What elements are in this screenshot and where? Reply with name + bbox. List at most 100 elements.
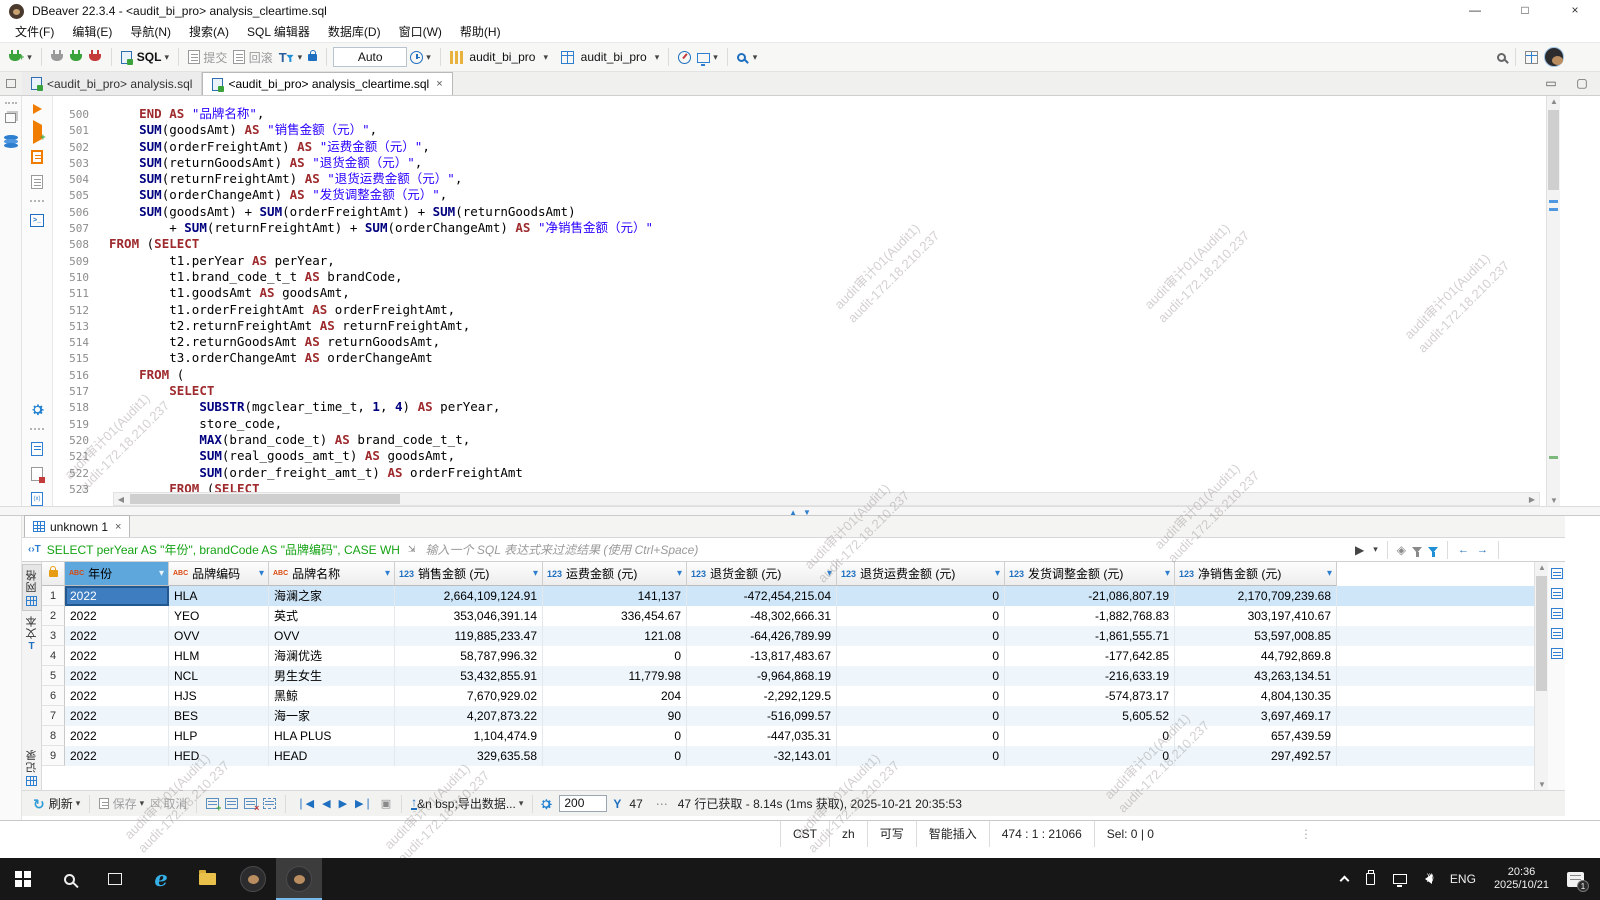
sql-editor[interactable]: 500 END AS "品牌名称", 501 SUM(goodsAmt) AS "… [53, 96, 1546, 506]
table-cell[interactable]: 58,787,996.32 [395, 646, 543, 666]
commit-button[interactable]: 提交 [188, 49, 227, 66]
row-number[interactable]: 8 [42, 726, 65, 746]
table-cell[interactable]: -32,143.01 [687, 746, 837, 766]
table-cell[interactable]: -177,642.85 [1005, 646, 1175, 666]
table-cell[interactable]: NCL [169, 666, 269, 686]
table-cell[interactable]: 0 [543, 646, 687, 666]
task-view-button[interactable] [92, 858, 138, 900]
row-number[interactable]: 7 [42, 706, 65, 726]
export-result-icon[interactable] [31, 442, 43, 456]
table-cell[interactable]: OVV [169, 626, 269, 646]
presentation-tab-2[interactable]: 文本 T [22, 611, 42, 656]
status-segment[interactable]: Sel: 0 | 0 [1093, 821, 1166, 847]
table-cell[interactable]: -9,964,868.19 [687, 666, 837, 686]
tray-expand-button[interactable] [1339, 874, 1350, 886]
table-cell[interactable]: 53,597,008.85 [1175, 626, 1337, 646]
maximize-editor-icon[interactable]: ▢ [1564, 73, 1600, 95]
table-cell[interactable]: YEO [169, 606, 269, 626]
table-row[interactable]: 7 2022 BES 海一家 4,207,873.22 90 -516,099.57 0 5,6… [42, 706, 1534, 726]
dashboard-button[interactable] [678, 50, 692, 64]
metadata-panel-icon[interactable] [1550, 608, 1563, 619]
column-filter-arrow-icon[interactable]: ▾ [259, 568, 264, 579]
schema-select[interactable]: audit_bi_pro ▾ [561, 50, 659, 64]
maximize-button[interactable]: □ [1500, 0, 1550, 22]
table-cell[interactable]: 黑鲸 [269, 686, 395, 706]
transaction-log-button[interactable]: T ▾ [279, 50, 302, 65]
tab-close-icon[interactable]: × [436, 78, 442, 90]
minimize-editor-icon[interactable]: ▭ [1538, 73, 1564, 95]
table-cell[interactable]: 336,454.67 [543, 606, 687, 626]
table-cell[interactable]: 303,197,410.67 [1175, 606, 1337, 626]
transaction-settings-button[interactable]: ▾ [410, 50, 431, 64]
table-cell[interactable]: 0 [1005, 746, 1175, 766]
column-header-4[interactable]: 123 销售金额 (元) ▾ [395, 562, 543, 586]
reconnect-button[interactable] [69, 50, 83, 64]
table-cell[interactable]: 657,439.59 [1175, 726, 1337, 746]
commit-mode-select[interactable]: Auto [333, 47, 408, 67]
go-to-row-icon[interactable]: ▣ [381, 797, 391, 810]
menu-item[interactable]: 编辑(E) [63, 22, 121, 42]
first-row-icon[interactable]: ❘◀ [296, 797, 314, 810]
table-cell[interactable]: HEAD [269, 746, 395, 766]
table-row[interactable]: 2 2022 YEO 英式 353,046,391.14 336,454.67 -48,30… [42, 606, 1534, 626]
table-cell[interactable]: 121.08 [543, 626, 687, 646]
status-segment[interactable]: 智能插入 [915, 821, 989, 847]
code-line[interactable]: 509 t1.perYear AS perYear, [53, 253, 1546, 269]
code-line[interactable]: 500 END AS "品牌名称", [53, 106, 1546, 122]
column-filter-arrow-icon[interactable]: ▾ [677, 568, 682, 579]
scroll-up-icon[interactable]: ▲ [1535, 563, 1549, 572]
table-cell[interactable]: -574,873.17 [1005, 686, 1175, 706]
code-line[interactable]: 506 SUM(goodsAmt) + SUM(orderFreightAmt)… [53, 204, 1546, 220]
table-cell[interactable]: 11,779.98 [543, 666, 687, 686]
table-cell[interactable]: OVV [269, 626, 395, 646]
table-cell[interactable]: 2022 [65, 726, 169, 746]
column-header-5[interactable]: 123 运费金额 (元) ▾ [543, 562, 687, 586]
network-button[interactable]: ▾ [697, 52, 718, 66]
database-select[interactable]: audit_bi_pro ▾ [449, 50, 548, 64]
code-line[interactable]: 513 t2.returnFreightAmt AS returnFreight… [53, 318, 1546, 334]
grid-settings-gear-icon[interactable] [539, 797, 553, 811]
code-line[interactable]: 508 FROM (SELECT [53, 236, 1546, 252]
table-row[interactable]: 1 2022 HLA 海澜之家 2,664,109,124.91 141,137 -472,… [42, 586, 1534, 606]
code-line[interactable]: 515 t3.orderChangeAmt AS orderChangeAmt [53, 350, 1546, 366]
table-cell[interactable]: 2,170,709,239.68 [1175, 586, 1337, 606]
column-header-2[interactable]: ABC 品牌编码 ▾ [169, 562, 269, 586]
filter-query-text[interactable]: SELECT perYear AS "年份", brandCode AS "品牌… [47, 541, 400, 558]
minimize-button[interactable]: — [1450, 0, 1500, 22]
table-row[interactable]: 3 2022 OVV OVV 119,885,233.47 121.08 -64,426,7… [42, 626, 1534, 646]
presentation-tab-3[interactable]: 记录 [22, 745, 42, 790]
code-line[interactable]: 520 MAX(brand_code_t) AS brand_code_t_t, [53, 432, 1546, 448]
table-cell[interactable]: 119,885,233.47 [395, 626, 543, 646]
scroll-down-icon[interactable]: ▼ [1547, 496, 1561, 505]
code-line[interactable]: 512 t1.orderFreightAmt AS orderFreightAm… [53, 302, 1546, 318]
editor-results-sash[interactable]: ▲ ▼ [0, 506, 1600, 517]
table-cell[interactable]: 44,792,869.8 [1175, 646, 1337, 666]
overflow-menu-icon[interactable]: ⋯ [656, 797, 668, 811]
execute-script-icon[interactable] [31, 150, 43, 164]
column-header-9[interactable]: 123 净销售金额 (元) ▾ [1175, 562, 1337, 586]
menu-item[interactable]: 数据库(D) [319, 22, 390, 42]
app-button-1[interactable] [230, 858, 276, 900]
network-tray-icon[interactable] [1392, 874, 1407, 887]
table-cell[interactable]: 海澜优选 [269, 646, 395, 666]
duplicate-row-icon[interactable] [225, 798, 239, 809]
edit-value-icon[interactable] [263, 798, 277, 809]
refresh-button[interactable]: ↻ 刷新 ▾ [33, 795, 80, 812]
editor-tab-analysis-cleartime[interactable]: <audit_bi_pro> analysis_cleartime.sql × [202, 72, 453, 95]
scroll-down-icon[interactable]: ▼ [1535, 780, 1549, 789]
editor-horizontal-scrollbar[interactable]: ◀ ▶ [113, 492, 1540, 506]
table-cell[interactable]: -472,454,215.04 [687, 586, 837, 606]
table-cell[interactable]: -447,035.31 [687, 726, 837, 746]
table-row[interactable]: 4 2022 HLM 海澜优选 58,787,996.32 0 -13,817,483.67… [42, 646, 1534, 666]
table-cell[interactable]: 2022 [65, 686, 169, 706]
column-filter-arrow-icon[interactable]: ▾ [827, 568, 832, 579]
expand-filter-icon[interactable]: ⇲ [408, 544, 416, 555]
scrollbar-thumb[interactable] [130, 494, 400, 504]
row-header-corner[interactable] [42, 562, 65, 586]
editor-vertical-scrollbar[interactable]: ▲ ▼ [1546, 96, 1560, 506]
table-cell[interactable]: BES [169, 706, 269, 726]
table-cell[interactable]: 海澜之家 [269, 586, 395, 606]
table-cell[interactable]: 男生女生 [269, 666, 395, 686]
edit-filter-button[interactable] [1412, 546, 1422, 557]
code-line[interactable]: 516 FROM ( [53, 367, 1546, 383]
